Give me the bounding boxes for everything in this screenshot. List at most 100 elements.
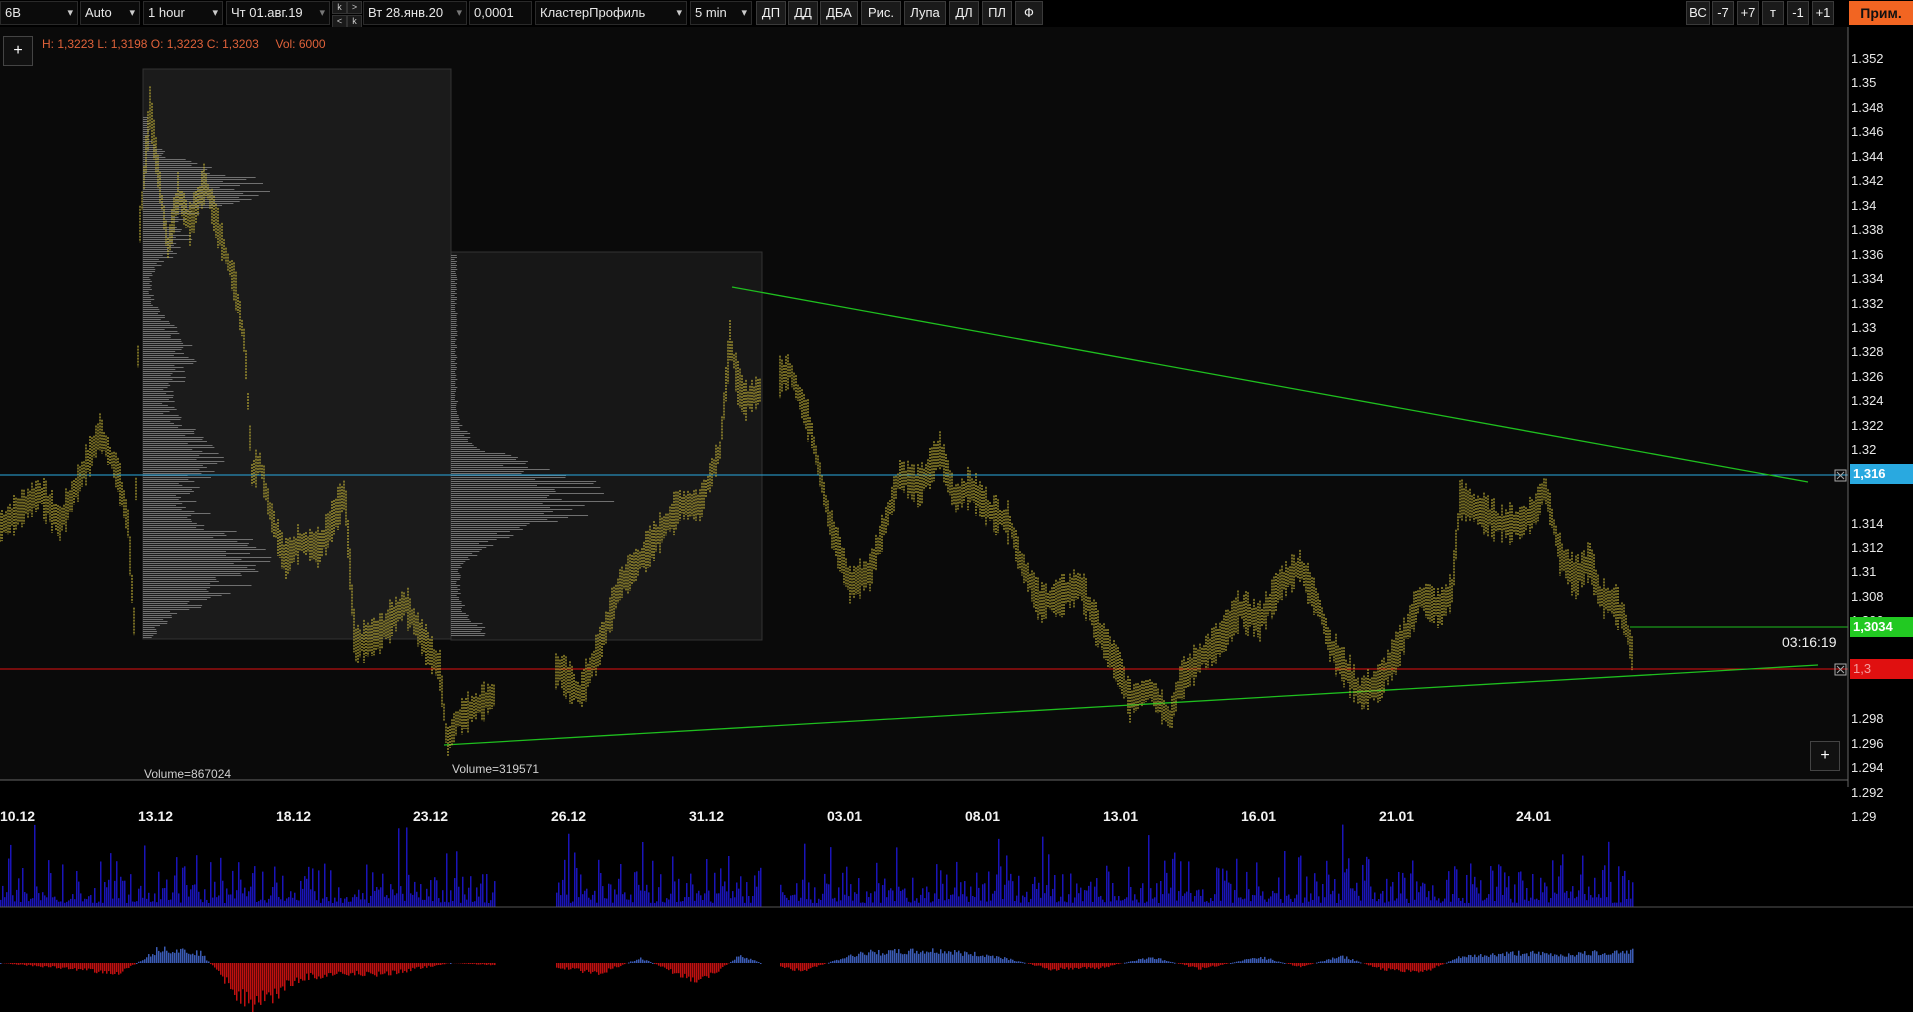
- volume-bar: [1612, 902, 1614, 907]
- chart-canvas[interactable]: [0, 27, 1913, 810]
- delta-bar: [698, 963, 700, 980]
- apply-button[interactable]: Прим.: [1849, 1, 1913, 25]
- volume-bar: [1622, 875, 1624, 907]
- profile-bar: [451, 491, 556, 492]
- profile-bar: [451, 555, 478, 556]
- delta-bar: [848, 955, 850, 963]
- profile-bar: [143, 319, 161, 320]
- symbol-select[interactable]: 6B: [0, 1, 78, 25]
- delta-bar: [174, 952, 176, 963]
- delta-bar: [1378, 963, 1380, 967]
- plus1-button[interactable]: +1: [1812, 1, 1834, 25]
- minus1-button[interactable]: -1: [1787, 1, 1809, 25]
- profile-bar: [451, 465, 504, 466]
- delta-bar: [652, 963, 654, 964]
- volume-bar: [218, 895, 220, 907]
- add-indicator-button[interactable]: +: [3, 36, 33, 66]
- dl-button[interactable]: ДЛ: [949, 1, 979, 25]
- next-button[interactable]: >: [347, 1, 362, 14]
- delta-bar: [164, 946, 166, 963]
- delta-bar: [960, 953, 962, 963]
- tick-size-input[interactable]: 0,0001: [469, 1, 532, 25]
- volume-bar: [1398, 871, 1400, 907]
- profile-period-select[interactable]: 5 min: [690, 1, 752, 25]
- volume-bar: [1608, 841, 1610, 907]
- delta-bar: [156, 947, 158, 963]
- volume-bar: [856, 893, 858, 907]
- delta-bar: [402, 963, 404, 973]
- minus7-button[interactable]: -7: [1712, 1, 1734, 25]
- volume-bar: [146, 898, 148, 907]
- profile-bar: [143, 453, 219, 454]
- profile-bar: [143, 635, 154, 636]
- delta-bar: [1096, 963, 1098, 968]
- profile-bar: [451, 341, 456, 342]
- volume-bar: [904, 888, 906, 907]
- price-chart[interactable]: + H: 1,3223 L: 1,3198 O: 1,3223 C: 1,320…: [0, 27, 1913, 824]
- delta-bar: [1192, 963, 1194, 967]
- t-button[interactable]: т: [1762, 1, 1784, 25]
- delta-pane[interactable]: [0, 908, 1913, 1012]
- volume-bar: [1336, 902, 1338, 907]
- delta-bar: [686, 963, 688, 979]
- draw-button[interactable]: Рис.: [861, 1, 901, 25]
- delta-bar: [1582, 953, 1584, 963]
- volume-bar: [886, 897, 888, 907]
- profile-bar: [451, 391, 456, 392]
- volume-bar: [574, 852, 576, 907]
- volume-bar: [1008, 880, 1010, 907]
- profile-bar: [143, 261, 164, 262]
- delta-bar: [212, 963, 214, 966]
- volume-bar: [898, 886, 900, 907]
- date-to-picker[interactable]: Вт 28.янв.20: [363, 1, 467, 25]
- profile-bar: [143, 335, 171, 336]
- filter-button[interactable]: Ф: [1015, 1, 1043, 25]
- delta-bar: [466, 963, 468, 964]
- volume-bar: [1504, 872, 1506, 907]
- delta-bar: [668, 963, 670, 971]
- delta-bar: [1578, 952, 1580, 963]
- pl-button[interactable]: ПЛ: [982, 1, 1012, 25]
- volume-bar: [36, 886, 38, 907]
- date-step-buttons[interactable]: k >< k: [332, 1, 362, 28]
- delta-bar: [272, 963, 274, 1004]
- volume-bar: [398, 828, 400, 907]
- delta-bar: [708, 963, 710, 978]
- delta-bar: [1098, 963, 1100, 970]
- volume-bar: [1506, 887, 1508, 907]
- profile-bar: [143, 277, 150, 278]
- profile-bar: [451, 451, 485, 452]
- delta-bar: [154, 955, 156, 963]
- delta-bar: [1300, 963, 1302, 968]
- volume-bar: [468, 887, 470, 907]
- profile-type-select[interactable]: КластерПрофиль: [535, 1, 687, 25]
- volume-bar: [966, 896, 968, 907]
- timeframe-select[interactable]: 1 hour: [143, 1, 223, 25]
- volume-bar: [806, 899, 808, 907]
- volume-bar: [1562, 854, 1564, 907]
- profile-bar: [451, 289, 457, 290]
- profile-bar: [143, 411, 170, 412]
- dd-button[interactable]: ДД: [788, 1, 818, 25]
- dp-button[interactable]: ДП: [756, 1, 786, 25]
- k-button-1[interactable]: k: [332, 1, 347, 14]
- price-tick-label: 1.338: [1851, 222, 1884, 238]
- magnifier-button[interactable]: Лупа: [904, 1, 946, 25]
- volume-pane[interactable]: [0, 806, 1913, 908]
- profile-bar: [451, 501, 615, 502]
- dba-button[interactable]: ДБА: [820, 1, 858, 25]
- volume-bar: [1626, 899, 1628, 907]
- volume-bar: [1572, 886, 1574, 907]
- profile-bar: [143, 407, 175, 408]
- zoom-plus-button[interactable]: +: [1810, 741, 1840, 771]
- scale-select[interactable]: Auto: [80, 1, 140, 25]
- delta-bar: [952, 954, 954, 963]
- plus7-button[interactable]: +7: [1737, 1, 1759, 25]
- date-from-picker[interactable]: Чт 01.авг.19: [226, 1, 330, 25]
- delta-bar: [1598, 955, 1600, 963]
- volume-bar: [944, 900, 946, 907]
- vs-button[interactable]: ВС: [1686, 1, 1710, 25]
- delta-bar: [1186, 963, 1188, 965]
- delta-bar: [64, 963, 66, 968]
- delta-bar: [630, 961, 632, 963]
